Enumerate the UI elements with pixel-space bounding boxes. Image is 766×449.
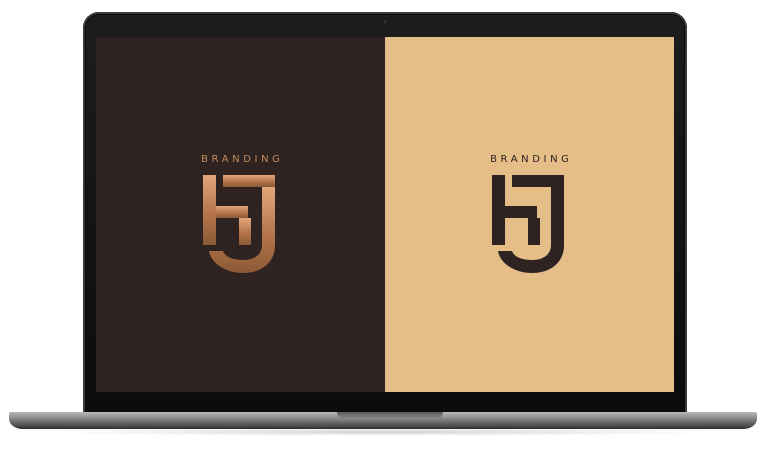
logo-lockup-dark: BRANDING bbox=[186, 154, 296, 275]
brand-word-label: BRANDING bbox=[201, 154, 284, 165]
brand-word-label: BRANDING bbox=[490, 154, 573, 165]
laptop-screen: BRANDING BRANDING bbox=[96, 37, 674, 392]
camera-icon bbox=[382, 19, 388, 24]
right-brand-panel: BRANDING bbox=[385, 37, 674, 392]
laptop-base bbox=[9, 412, 757, 429]
lid-open-notch bbox=[337, 412, 443, 419]
logo-lockup-light: BRANDING bbox=[475, 154, 585, 275]
hj-monogram-icon-gold bbox=[202, 175, 275, 273]
laptop-shadow bbox=[40, 428, 726, 436]
left-brand-panel: BRANDING bbox=[96, 37, 385, 392]
hj-monogram-icon-dark bbox=[491, 175, 564, 273]
laptop-mockup: BRANDING BRANDING bbox=[0, 0, 766, 449]
